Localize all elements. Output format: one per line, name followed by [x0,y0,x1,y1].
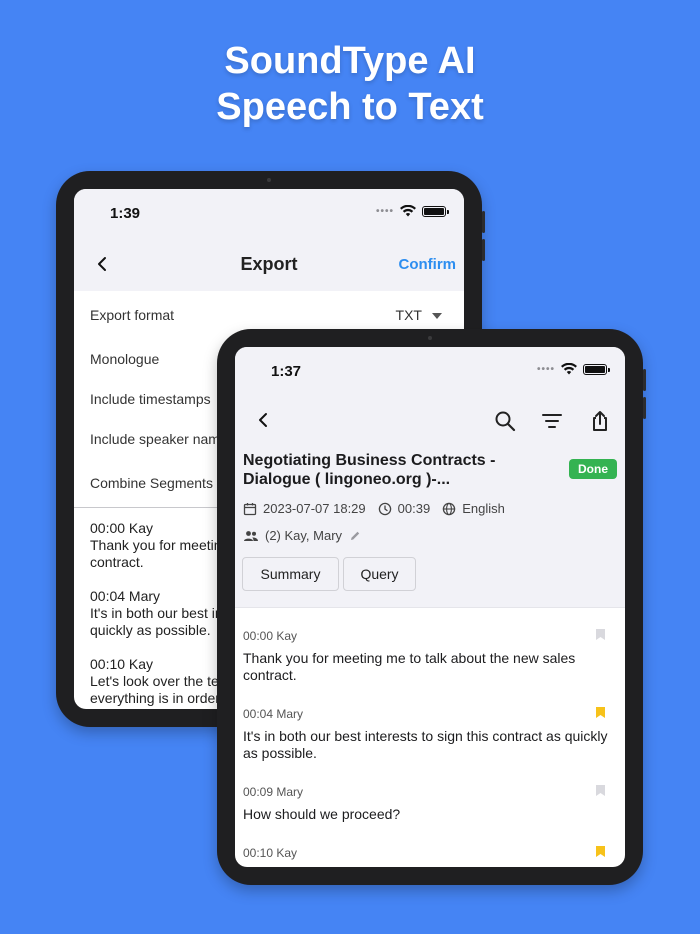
side-button [482,239,485,261]
headline-line-2: Speech to Text [216,86,484,128]
battery-icon [583,363,610,375]
transcript-screen: 1:37 •••• Negotiating Business Contracts… [235,347,625,867]
headline-line-1: SoundType AI [224,40,476,82]
wifi-icon [561,363,577,375]
side-button [482,211,485,233]
divider [235,607,625,608]
calendar-icon [243,502,257,515]
summary-button[interactable]: Summary [242,557,339,591]
bookmark-icon[interactable] [596,846,605,857]
battery-icon [422,205,449,217]
status-bar: 1:39 •••• [74,189,464,239]
confirm-button[interactable]: Confirm [399,256,457,273]
export-nav-bar: Export Confirm [74,239,464,291]
recording-title: Negotiating Business Contracts - Dialogu… [243,452,496,488]
bookmark-icon[interactable] [596,785,605,796]
camera-dot [428,336,432,340]
chevron-left-icon[interactable] [257,411,269,434]
segment-header: 00:10 Kay [243,846,298,860]
wifi-icon [400,205,416,217]
status-icons: •••• [536,363,610,375]
monologue-label: Monologue [90,351,160,367]
status-badge: Done [569,459,617,479]
segment-header: 00:00 Kay [243,629,298,643]
status-time: 1:37 [271,363,302,380]
globe-icon [442,502,456,515]
export-format-label: Export format [90,307,175,323]
bookmark-icon[interactable] [596,629,605,640]
status-time: 1:39 [110,205,141,222]
search-icon[interactable] [493,409,517,433]
recording-language: English [462,501,505,516]
segment-header: 00:09 Mary [243,785,304,799]
segment-text: It's in both our best interests to sign … [243,728,608,761]
recording-date: 2023-07-07 18:29 [263,501,366,516]
bookmark-icon[interactable] [596,707,605,718]
segment-text: Thank you for meeting me to talk about t… [243,650,576,683]
transcript-nav-bar [235,397,625,447]
edit-pencil-icon[interactable] [349,530,361,542]
export-format-value: TXT [395,307,422,323]
dropdown-arrow-icon [432,313,442,320]
filter-icon[interactable] [540,409,564,433]
recording-duration: 00:39 [397,501,431,516]
speakers-row[interactable]: (2) Kay, Mary [243,528,361,543]
clock-icon [378,502,391,515]
combine-segments-label: Combine Segments [90,475,213,491]
segment-text: How should we proceed? [243,806,401,822]
headline: SoundType AI Speech to Text [0,38,700,130]
segment-header: 00:04 Mary [243,707,304,721]
people-icon [244,530,258,541]
side-button [643,369,646,391]
status-bar: 1:37 •••• [235,347,625,397]
recording-header: Negotiating Business Contracts - Dialogu… [235,447,625,607]
include-speaker-names-label: Include speaker names [90,431,235,447]
signal-icon: •••• [536,363,555,375]
camera-dot [267,178,271,182]
share-icon[interactable] [588,409,612,433]
status-icons: •••• [375,205,449,217]
recording-meta: 2023-07-07 18:29 00:39 English [243,501,505,516]
transcript-tablet-frame: 1:37 •••• Negotiating Business Contracts… [217,329,646,885]
export-format-select[interactable]: TXT [396,307,442,323]
signal-icon: •••• [375,205,394,217]
speakers-text: (2) Kay, Mary [265,528,343,543]
include-timestamps-label: Include timestamps [90,391,211,407]
query-button[interactable]: Query [343,557,416,591]
side-button [643,397,646,419]
